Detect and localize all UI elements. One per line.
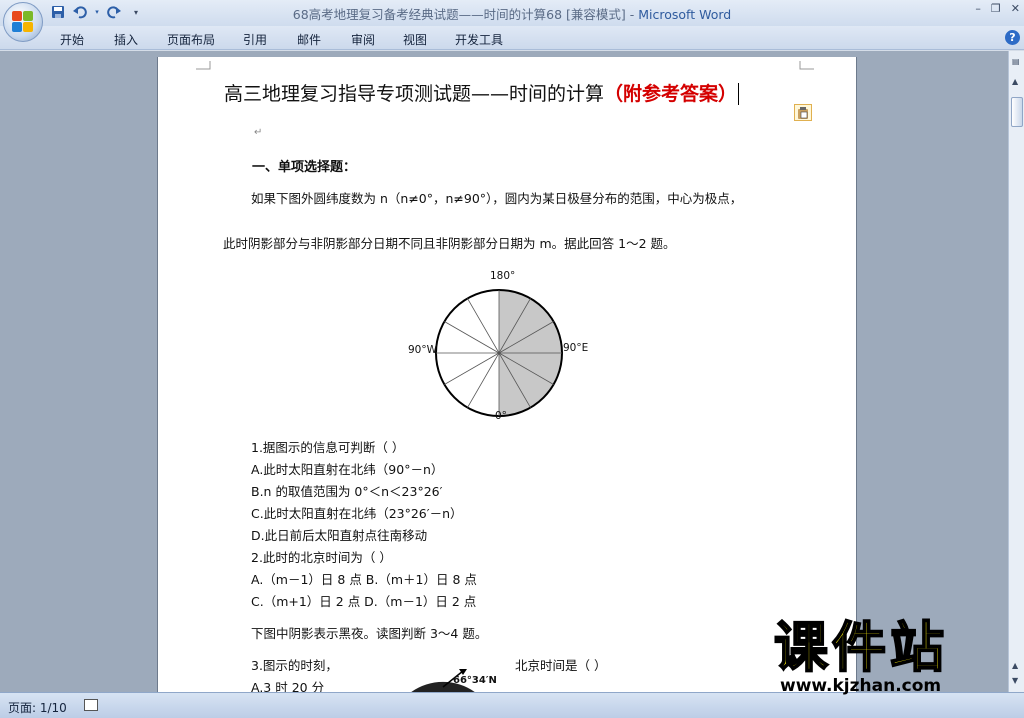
page-indicator[interactable]: 页面: 1/10 [8, 699, 67, 716]
prev-page-icon[interactable]: ▲ [1012, 661, 1018, 670]
tab-mailings[interactable]: 邮件 [297, 31, 321, 48]
quick-access-toolbar: ▾ ▾ [50, 4, 144, 20]
question-3: 3.图示的时刻， [251, 658, 338, 673]
watermark-url: www.kjzhan.com [780, 676, 942, 696]
option-1c: C.此时太阳直射在北纬（23°26′－n） [251, 506, 463, 521]
office-button[interactable] [3, 2, 43, 42]
option-1a: A.此时太阳直射在北纬（90°－n） [251, 462, 444, 477]
tab-references[interactable]: 引用 [243, 31, 267, 48]
margin-corner-mark [196, 61, 211, 70]
label-90w: 90°W [408, 344, 437, 356]
options-2ab: A.（m－1）日 8 点 B.（m＋1）日 8 点 [251, 572, 477, 587]
tab-home[interactable]: 开始 [60, 31, 84, 48]
redo-icon[interactable] [106, 4, 122, 20]
options-2cd: C.（m+1）日 2 点 D.（m－1）日 2 点 [251, 594, 477, 609]
scroll-thumb[interactable] [1011, 97, 1023, 127]
watermark: 课件站 www.kjzhan.com [773, 616, 948, 697]
layout-icon[interactable] [84, 699, 98, 711]
title-bar: 68高考地理复习备考经典试题——时间的计算68 [兼容模式] - Microso… [0, 0, 1024, 26]
window-controls: – ❐ ✕ [975, 2, 1020, 15]
polar-day-diagram: 180° 90°W 90°E 0° [404, 267, 604, 422]
customize-toolbar-icon[interactable]: ▾ [128, 4, 144, 20]
tab-view[interactable]: 视图 [403, 31, 427, 48]
paste-options-icon[interactable] [794, 104, 812, 121]
close-button[interactable]: ✕ [1011, 2, 1020, 15]
option-1d: D.此日前后太阳直射点往南移动 [251, 528, 428, 543]
question-1: 1.据图示的信息可判断（ ） [251, 440, 405, 455]
document-page[interactable]: 高三地理复习指导专项测试题——时间的计算（附参考答案） ↵ 一、单项选择题： 如… [158, 57, 856, 692]
tab-review[interactable]: 审阅 [351, 31, 375, 48]
intro-line-1: 如果下图外圆纬度数为 n（n≠0°，n≠90°），圆内为某日极昼分布的范围，中心… [251, 191, 743, 206]
save-icon[interactable] [50, 4, 66, 20]
help-button[interactable]: ? [1005, 30, 1020, 45]
night-shade-diagram: 66°34′N [383, 669, 503, 692]
question-3-right: 北京时间是（ ） [515, 658, 607, 673]
document-title: 高三地理复习指导专项测试题——时间的计算（附参考答案） [224, 83, 740, 105]
margin-corner-mark [799, 61, 814, 70]
label-0: 0° [495, 410, 507, 422]
restore-button[interactable]: ❐ [991, 2, 1001, 15]
next-page-icon[interactable]: ▼ [1012, 676, 1018, 685]
label-90e: 90°E [563, 342, 589, 354]
watermark-logo: 课件站 [773, 616, 948, 679]
label-180: 180° [490, 270, 516, 282]
undo-dropdown-icon[interactable]: ▾ [94, 4, 100, 20]
tab-insert[interactable]: 插入 [114, 31, 138, 48]
window-title: 68高考地理复习备考经典试题——时间的计算68 [兼容模式] - Microso… [292, 7, 732, 22]
tab-developer[interactable]: 开发工具 [455, 31, 503, 48]
scroll-up-icon[interactable]: ▲ [1012, 77, 1018, 86]
vertical-scrollbar[interactable]: ▤ ▲ ▲ ▼ [1008, 51, 1024, 692]
section-heading: 一、单项选择题： [252, 160, 357, 175]
paragraph-mark: ↵ [254, 127, 263, 138]
option-1b: B.n 的取值范围为 0°＜n＜23°26′ [251, 484, 443, 499]
ribbon-tabs: 开始 插入 页面布局 引用 邮件 审阅 视图 开发工具 ? [0, 26, 1024, 50]
option-3a: A.3 时 20 分 [251, 680, 325, 692]
undo-icon[interactable] [72, 4, 88, 20]
question-2: 2.此时的北京时间为（ ） [251, 550, 392, 565]
label-66n: 66°34′N [453, 675, 497, 686]
intro-line-2: 此时阴影部分与非阴影部分日期不同且非阴影部分日期为 m。据此回答 1～2 题。 [223, 236, 676, 251]
office-logo-icon [12, 11, 34, 33]
document-area: 高三地理复习指导专项测试题——时间的计算（附参考答案） ↵ 一、单项选择题： 如… [0, 51, 1008, 692]
intro-3-4: 下图中阴影表示黑夜。读图判断 3～4 题。 [251, 626, 488, 641]
minimize-button[interactable]: – [975, 2, 981, 15]
ruler-toggle-icon[interactable]: ▤ [1012, 57, 1020, 66]
tab-page-layout[interactable]: 页面布局 [167, 31, 215, 48]
